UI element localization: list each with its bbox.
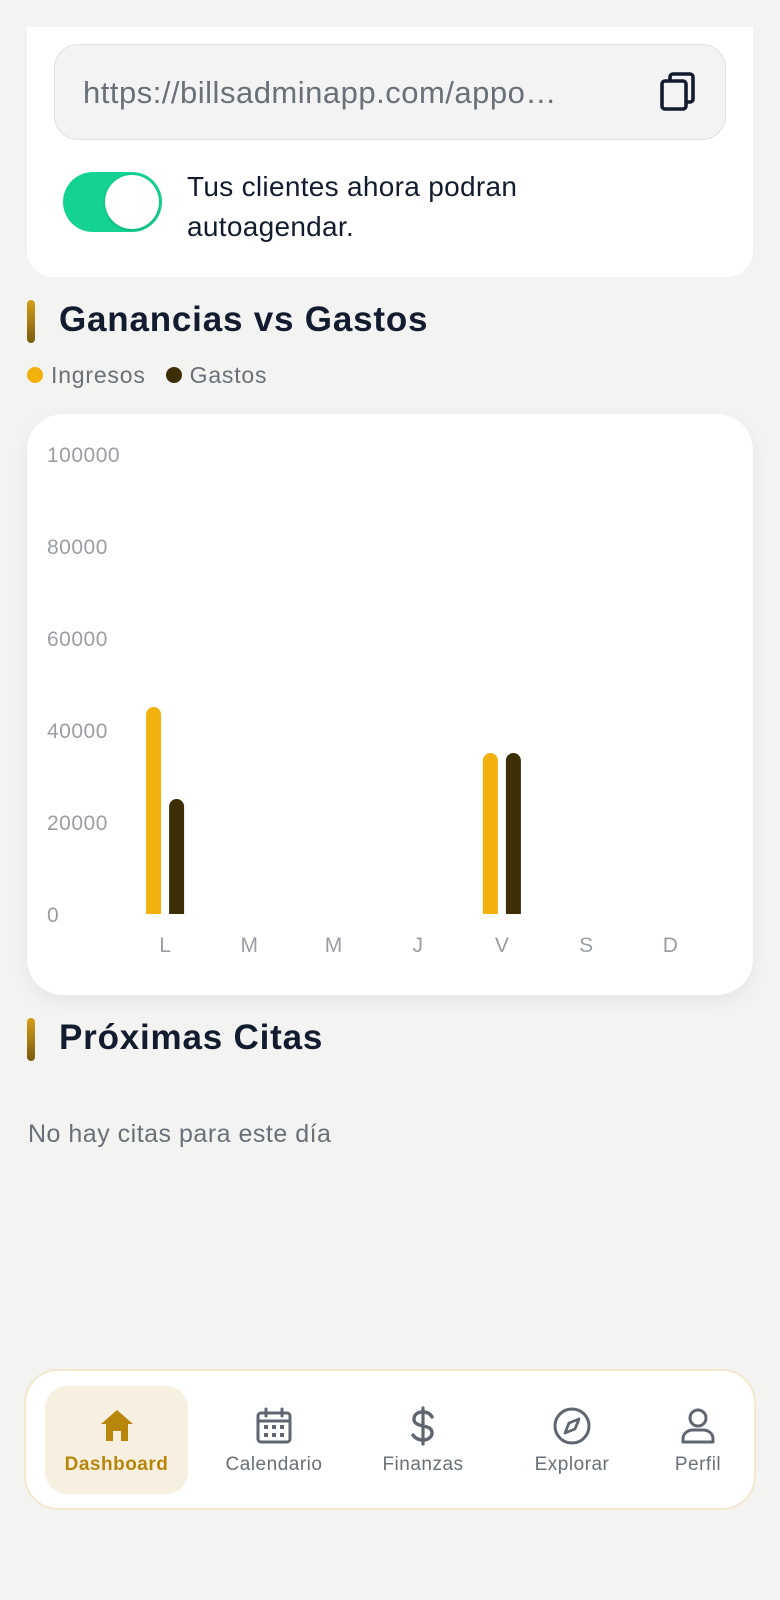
nav-item-finanzas[interactable]: Finanzas bbox=[363, 1386, 483, 1494]
section-accent-bar bbox=[27, 300, 35, 343]
bar-ingresos-L bbox=[146, 707, 162, 914]
x-tick-label: M bbox=[241, 934, 258, 957]
y-tick-label: 0 bbox=[47, 904, 59, 927]
appointments-section-title: Próximas Citas bbox=[59, 1018, 324, 1057]
section-accent-bar bbox=[27, 1018, 35, 1061]
user-icon bbox=[681, 1408, 715, 1444]
self-booking-toggle[interactable] bbox=[63, 172, 162, 232]
y-tick-label: 20000 bbox=[47, 812, 108, 835]
bar-gastos-L bbox=[169, 799, 185, 914]
no-appointments-message: No hay citas para este día bbox=[28, 1120, 332, 1148]
bar-gastos-V bbox=[505, 753, 521, 914]
nav-label-perfil: Perfil bbox=[674, 1454, 722, 1475]
y-tick-label: 60000 bbox=[47, 628, 108, 651]
x-tick-label: V bbox=[495, 934, 509, 957]
chart-card: 100000 80000 60000 40000 20000 0 L M M J V S D bbox=[27, 414, 753, 995]
legend-dot-gastos bbox=[165, 367, 182, 383]
y-tick-label: 80000 bbox=[47, 536, 108, 559]
nav-item-perfil[interactable]: Perfil bbox=[648, 1386, 748, 1494]
legend-label-gastos: Gastos bbox=[189, 361, 268, 388]
legend-item-gastos: Gastos bbox=[165, 361, 268, 389]
x-tick-label: D bbox=[663, 934, 678, 957]
self-booking-label: Tus clientes ahora podran autoagendar. bbox=[187, 171, 518, 242]
x-tick-label: L bbox=[159, 934, 171, 957]
booking-url-text: https://billsadminapp.com/appo… bbox=[83, 75, 557, 110]
legend-dot-ingresos bbox=[27, 367, 43, 383]
y-tick-label: 40000 bbox=[47, 720, 108, 743]
compass-icon bbox=[553, 1407, 591, 1445]
nav-label-finanzas: Finanzas bbox=[382, 1454, 464, 1475]
bar-ingresos-V bbox=[482, 753, 498, 914]
nav-item-dashboard[interactable]: Dashboard bbox=[45, 1386, 188, 1494]
booking-link-card: https://billsadminapp.com/appo… Tus clie… bbox=[27, 27, 753, 277]
legend-label-ingresos: Ingresos bbox=[51, 361, 146, 388]
home-icon bbox=[100, 1410, 133, 1441]
nav-label-dashboard: Dashboard bbox=[64, 1454, 169, 1475]
legend-item-ingresos: Ingresos bbox=[27, 362, 146, 389]
x-tick-label: J bbox=[412, 934, 423, 957]
y-tick-label: 100000 bbox=[47, 444, 120, 467]
nav-item-calendario[interactable]: Calendario bbox=[201, 1386, 347, 1494]
nav-item-explorar[interactable]: Explorar bbox=[504, 1386, 640, 1494]
bottom-nav: Dashboard Calendario Finanzas Explorar P… bbox=[24, 1369, 756, 1510]
toggle-knob bbox=[105, 175, 159, 229]
chart-legend: Ingresos Gastos bbox=[27, 362, 287, 388]
dollar-icon bbox=[411, 1406, 434, 1446]
nav-label-explorar: Explorar bbox=[534, 1454, 610, 1475]
x-tick-label: S bbox=[579, 934, 593, 957]
booking-url-field[interactable]: https://billsadminapp.com/appo… bbox=[54, 44, 726, 140]
calendar-icon bbox=[256, 1407, 292, 1444]
nav-label-calendario: Calendario bbox=[225, 1454, 323, 1475]
finance-section-title: Ganancias vs Gastos bbox=[59, 300, 429, 339]
x-tick-label: M bbox=[325, 934, 343, 957]
bar-chart: 100000 80000 60000 40000 20000 0 L M M J V S D bbox=[47, 444, 678, 957]
copy-icon[interactable] bbox=[658, 71, 700, 115]
